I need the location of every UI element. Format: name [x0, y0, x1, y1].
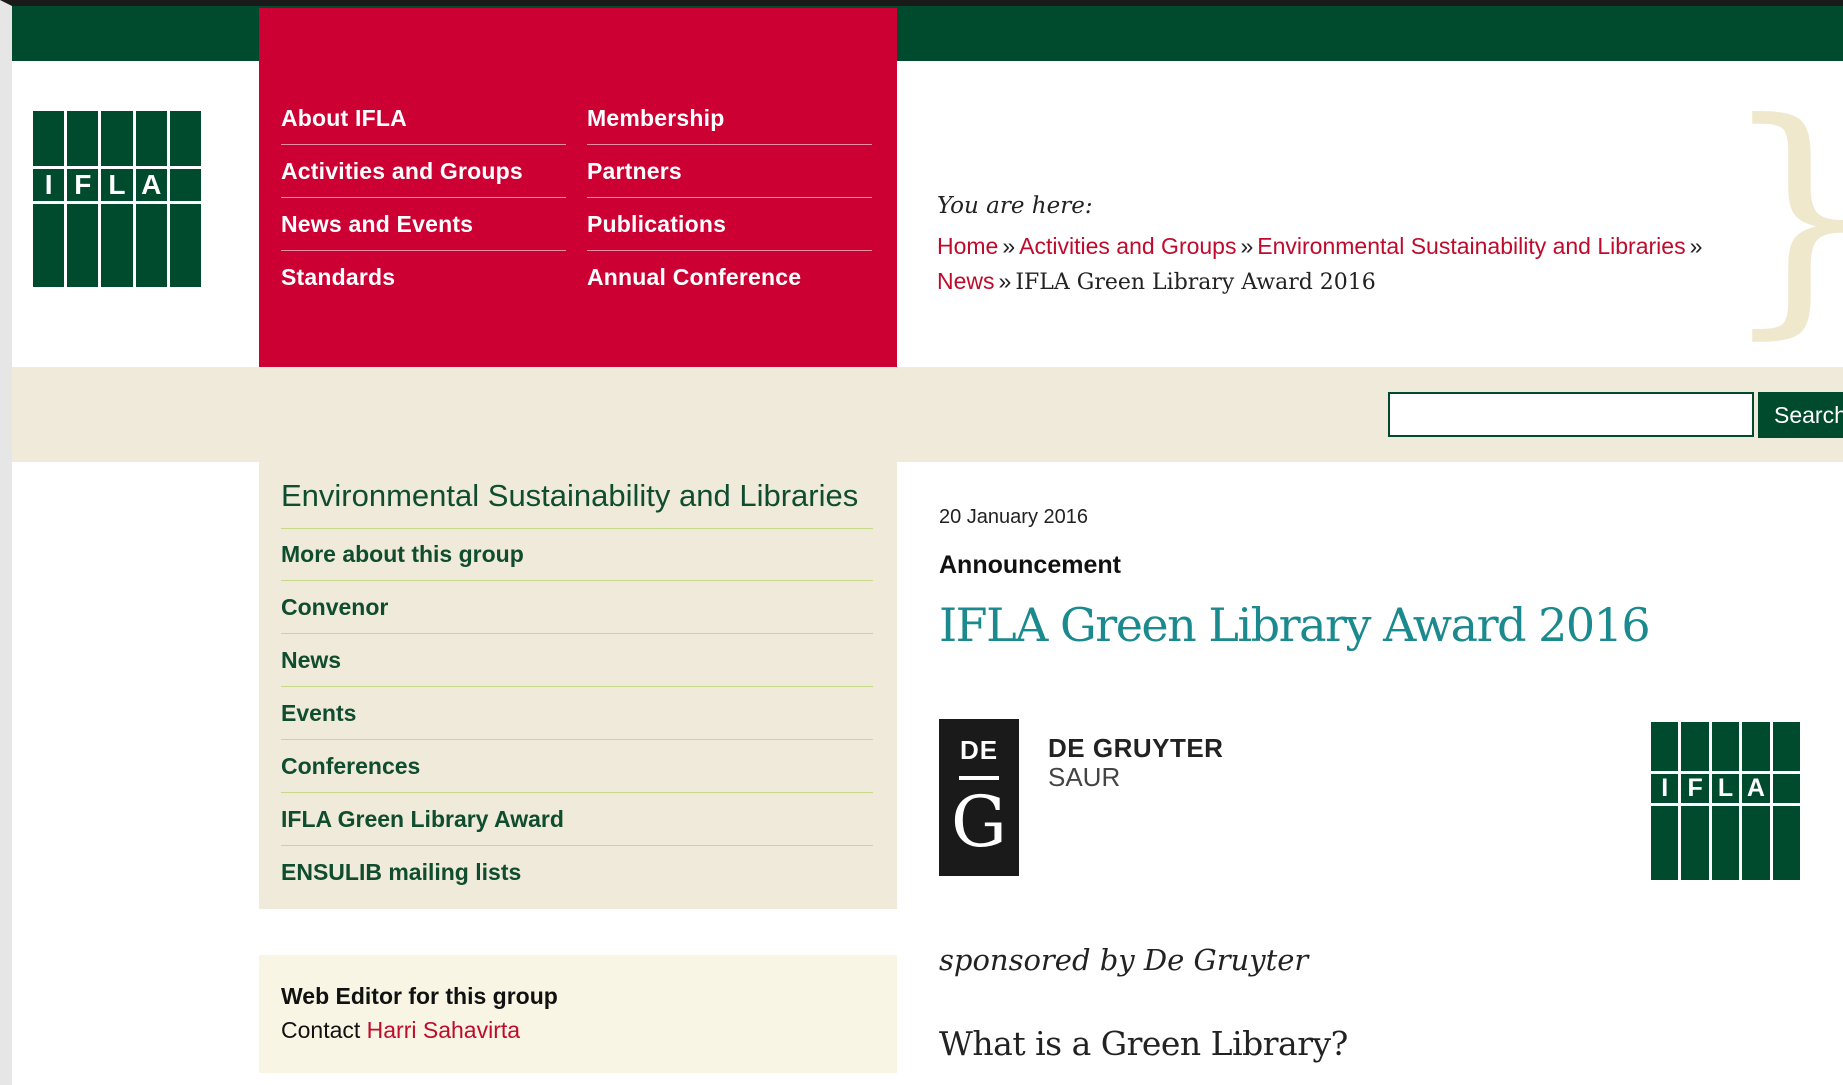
contact-prefix: Contact [281, 1017, 361, 1043]
breadcrumb: Home» Activities and Groups» Environmental… [937, 229, 1737, 300]
logo-letter: A [1742, 774, 1770, 803]
ifla-logo[interactable]: IFLA [33, 111, 201, 287]
logo-letter: L [101, 169, 133, 202]
section-heading: What is a Green Library? [939, 1024, 1348, 1063]
de-gruyter-logo: DE G [939, 719, 1019, 876]
sidebar-item-events[interactable]: Events [281, 687, 873, 740]
de-gruyter-logo-bar [959, 776, 999, 780]
logo-cell [101, 111, 133, 167]
web-editor-contact: Contact Harri Sahavirta [281, 1017, 520, 1044]
logo-cell [67, 111, 99, 167]
group-sidebar: Environmental Sustainability and Librari… [259, 462, 897, 909]
sidebar-item-convenor[interactable]: Convenor [281, 581, 873, 634]
sidebar-title: Environmental Sustainability and Librari… [281, 478, 873, 529]
logo-letter: F [1681, 774, 1709, 803]
main-navigation: About IFLA Activities and Groups News an… [259, 8, 897, 367]
nav-item-membership[interactable]: Membership [587, 92, 872, 145]
de-gruyter-name: DE GRUYTER [1048, 733, 1224, 763]
logo-cell [135, 204, 167, 287]
decorative-brace-icon: } [1721, 90, 1843, 340]
sidebar-item-conferences[interactable]: Conferences [281, 740, 873, 793]
nav-column-1: About IFLA Activities and Groups News an… [281, 92, 566, 304]
nav-item-standards[interactable]: Standards [281, 251, 566, 304]
logo-cell [1681, 722, 1709, 772]
de-gruyter-logo-g: G [951, 781, 1007, 863]
logo-cell [1772, 722, 1800, 772]
sidebar-item-news[interactable]: News [281, 634, 873, 687]
nav-item-news-and-events[interactable]: News and Events [281, 198, 566, 251]
breadcrumb-separator: » [1240, 233, 1254, 259]
sidebar-menu: More about this group Convenor News Even… [281, 528, 873, 899]
contact-link[interactable]: Harri Sahavirta [367, 1017, 520, 1043]
logo-cell [1772, 805, 1800, 880]
article-type: Announcement [939, 551, 1121, 579]
de-gruyter-logo-de: DE [959, 735, 999, 765]
breadcrumb-activities-and-groups[interactable]: Activities and Groups [1019, 233, 1236, 259]
article-title: IFLA Green Library Award 2016 [939, 598, 1651, 652]
logo-cell [169, 204, 201, 287]
breadcrumb-separator: » [1689, 233, 1703, 259]
breadcrumb-home[interactable]: Home [937, 233, 998, 259]
logo-cell [101, 204, 133, 287]
logo-cell [169, 169, 201, 202]
breadcrumb-environmental-sustainability[interactable]: Environmental Sustainability and Librari… [1257, 233, 1685, 259]
logo-cell [33, 111, 65, 167]
logo-cell [1742, 805, 1770, 880]
web-editor-box: Web Editor for this group Contact Harri … [259, 955, 897, 1073]
breadcrumb-separator: » [1002, 233, 1016, 259]
logo-cell [135, 111, 167, 167]
logo-cell [33, 204, 65, 287]
logo-letter: L [1711, 774, 1740, 803]
article-date: 20 January 2016 [939, 506, 1089, 528]
logo-letter: A [135, 169, 167, 202]
web-editor-heading: Web Editor for this group [281, 983, 558, 1009]
logo-cell [67, 204, 99, 287]
sidebar-item-green-library-award[interactable]: IFLA Green Library Award [281, 793, 873, 846]
breadcrumb-news[interactable]: News [937, 268, 995, 294]
sidebar-item-more-about-this-group[interactable]: More about this group [281, 528, 873, 581]
logo-cell [169, 111, 201, 167]
nav-item-partners[interactable]: Partners [587, 145, 872, 198]
logo-cell [1772, 774, 1800, 803]
logo-letter: F [67, 169, 99, 202]
logo-cell [1711, 722, 1740, 772]
search-input[interactable] [1388, 392, 1754, 437]
nav-item-activities-and-groups[interactable]: Activities and Groups [281, 145, 566, 198]
logo-letter: I [33, 169, 65, 202]
sidebar-item-ensulib-mailing-lists[interactable]: ENSULIB mailing lists [281, 846, 873, 899]
nav-item-about-ifla[interactable]: About IFLA [281, 92, 566, 145]
you-are-here-label: You are here: [937, 193, 1093, 219]
ifla-logo-small: IFLA [1651, 722, 1800, 880]
nav-item-annual-conference[interactable]: Annual Conference [587, 251, 872, 304]
search-button[interactable]: Search [1758, 392, 1843, 438]
nav-column-2: Membership Partners Publications Annual … [587, 92, 872, 304]
logo-cell [1742, 722, 1770, 772]
logo-cell [1681, 805, 1709, 880]
logo-cell [1651, 805, 1679, 880]
sponsored-by: sponsored by De Gruyter [939, 943, 1309, 977]
nav-item-publications[interactable]: Publications [587, 198, 872, 251]
logo-letter: I [1651, 774, 1679, 803]
logo-cell [1711, 805, 1740, 880]
de-gruyter-sub: SAUR [1048, 762, 1121, 792]
breadcrumb-current: IFLA Green Library Award 2016 [1015, 270, 1376, 295]
breadcrumb-separator: » [998, 268, 1012, 294]
logo-cell [1651, 722, 1679, 772]
